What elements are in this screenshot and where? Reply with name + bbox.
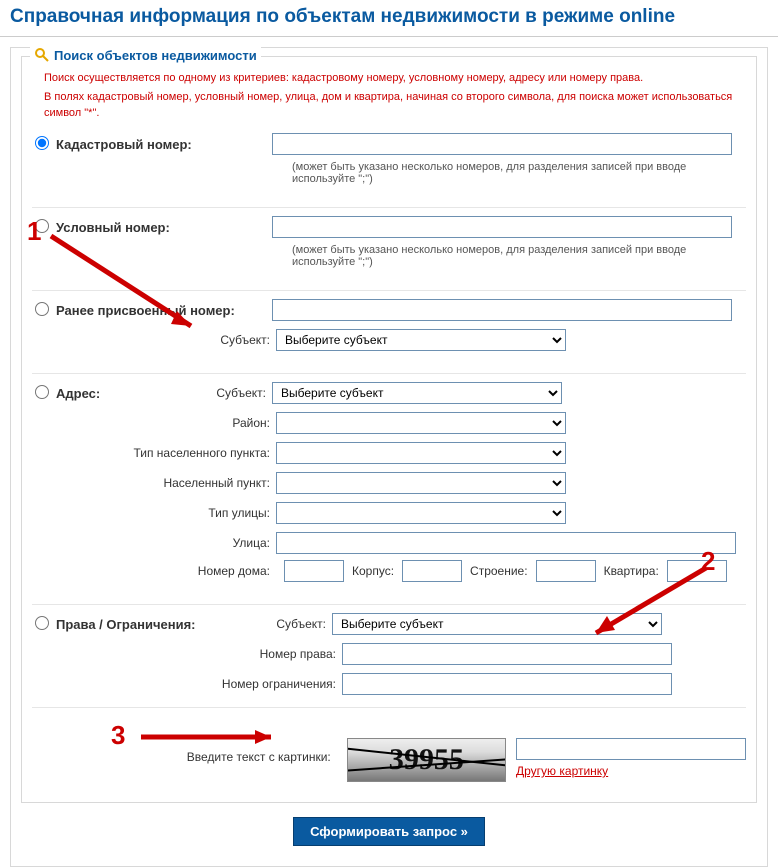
radio-rights[interactable] xyxy=(35,616,49,630)
select-type-np[interactable] xyxy=(276,442,566,464)
label-rayon: Район: xyxy=(52,416,276,430)
input-right-num[interactable] xyxy=(342,643,672,665)
row-addr-rayon: Район: xyxy=(32,410,746,436)
input-old[interactable] xyxy=(272,299,732,321)
radio-addr[interactable] xyxy=(35,385,49,399)
input-korpus[interactable] xyxy=(402,560,462,582)
row-old-subject: Субъект: Выберите субъект xyxy=(32,327,746,353)
warning-line-2: В полях кадастровый номер, условный номе… xyxy=(44,90,746,121)
search-icon xyxy=(34,47,50,63)
select-old-subject[interactable]: Выберите субъект xyxy=(276,329,566,351)
captcha-image: 39955 xyxy=(347,738,506,782)
label-street: Улица: xyxy=(52,536,276,550)
label-stroenie: Строение: xyxy=(470,564,528,578)
row-addr-np: Населенный пункт: xyxy=(32,470,746,496)
captcha-refresh-link[interactable]: Другую картинку xyxy=(516,764,746,778)
search-fieldset: Поиск объектов недвижимости Поиск осущес… xyxy=(21,56,757,803)
row-addr-nums: Номер дома: Корпус: Строение: Квартира: xyxy=(32,560,746,582)
row-cad: Кадастровый номер: xyxy=(32,131,746,157)
captcha-section: Введите текст с картинки: 39955 Другую к… xyxy=(32,707,746,784)
input-restr-num[interactable] xyxy=(342,673,672,695)
radio-old[interactable] xyxy=(35,302,49,316)
label-type-np: Тип населенного пункта: xyxy=(52,446,276,460)
row-restr-num: Номер ограничения: xyxy=(32,671,746,697)
row-addr-type-np: Тип населенного пункта: xyxy=(32,440,746,466)
label-restr-num: Номер ограничения: xyxy=(52,677,342,691)
label-rights-subject: Субъект: xyxy=(272,617,332,631)
select-addr-subject[interactable]: Выберите субъект xyxy=(272,382,562,404)
label-right-num: Номер права: xyxy=(52,647,342,661)
label-cond: Условный номер: xyxy=(52,220,272,235)
select-rights-subject[interactable]: Выберите субъект xyxy=(332,613,662,635)
label-type-street: Тип улицы: xyxy=(52,506,276,520)
page-title: Справочная информация по объектам недвиж… xyxy=(0,0,778,37)
content-box: Поиск объектов недвижимости Поиск осущес… xyxy=(10,47,768,867)
label-rights: Права / Ограничения: xyxy=(52,617,272,632)
radio-cond[interactable] xyxy=(35,219,49,233)
input-cond[interactable] xyxy=(272,216,732,238)
row-rights: Права / Ограничения: Субъект: Выберите с… xyxy=(32,611,746,637)
row-right-num: Номер права: xyxy=(32,641,746,667)
label-np: Населенный пункт: xyxy=(52,476,276,490)
warning-line-1: Поиск осуществляется по одному из критер… xyxy=(44,71,746,86)
label-house: Номер дома: xyxy=(32,564,276,578)
label-korpus: Корпус: xyxy=(352,564,394,578)
input-house[interactable] xyxy=(284,560,344,582)
captcha-label: Введите текст с картинки: xyxy=(32,738,337,764)
row-cond: Условный номер: xyxy=(32,214,746,240)
input-cad[interactable] xyxy=(272,133,732,155)
label-flat: Квартира: xyxy=(604,564,659,578)
legend-text: Поиск объектов недвижимости xyxy=(54,48,257,63)
label-addr-subject: Субъект: xyxy=(202,386,272,400)
captcha-input[interactable] xyxy=(516,738,746,760)
input-street[interactable] xyxy=(276,532,736,554)
input-stroenie[interactable] xyxy=(536,560,596,582)
row-addr: Адрес: Субъект: Выберите субъект xyxy=(32,380,746,406)
select-np[interactable] xyxy=(276,472,566,494)
hint-cond: (может быть указано несколько номеров, д… xyxy=(292,244,746,268)
label-addr: Адрес: xyxy=(52,386,202,401)
row-addr-type-street: Тип улицы: xyxy=(32,500,746,526)
hint-cad: (может быть указано несколько номеров, д… xyxy=(292,161,746,185)
input-flat[interactable] xyxy=(667,560,727,582)
submit-button[interactable]: Сформировать запрос » xyxy=(293,817,485,846)
label-old: Ранее присвоенный номер: xyxy=(52,303,272,318)
label-old-subject: Субъект: xyxy=(52,333,276,347)
row-addr-street: Улица: xyxy=(32,530,746,556)
label-cad: Кадастровый номер: xyxy=(52,137,272,152)
row-old: Ранее присвоенный номер: xyxy=(32,297,746,323)
fieldset-legend: Поиск объектов недвижимости xyxy=(30,47,261,63)
select-rayon[interactable] xyxy=(276,412,566,434)
select-type-street[interactable] xyxy=(276,502,566,524)
radio-cad[interactable] xyxy=(35,136,49,150)
